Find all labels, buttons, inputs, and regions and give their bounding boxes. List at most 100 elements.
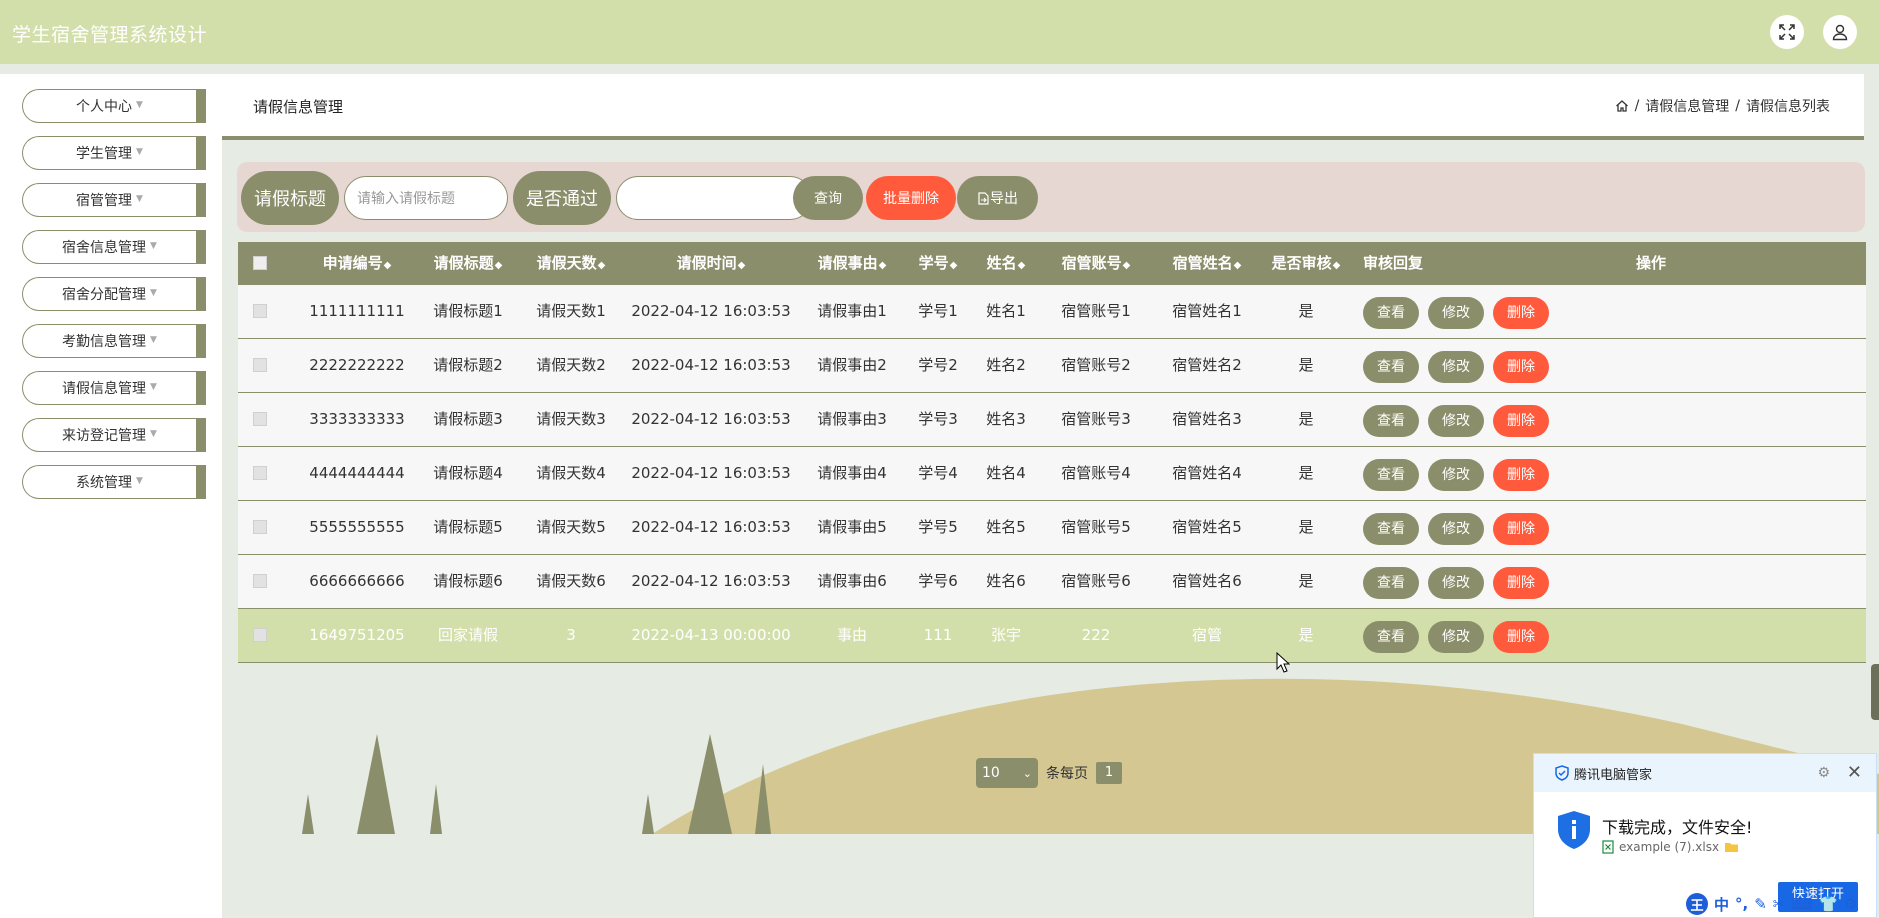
sidebar-item-label: 宿舍分配管理 [62, 287, 147, 303]
column-header[interactable]: 姓名◆ [972, 242, 1040, 285]
row-checkbox[interactable] [253, 628, 267, 642]
sidebar-item-students[interactable]: 学生管理 ▼ [22, 136, 196, 170]
table-row[interactable]: 4444444444 请假标题4 请假天数4 2022-04-12 16:03:53 请… [238, 447, 1866, 501]
ime-punctuation-icon[interactable]: °, [1735, 895, 1748, 913]
cell-student-no: 学号2 [918, 356, 958, 374]
home-icon[interactable] [1615, 99, 1629, 113]
row-checkbox[interactable] [253, 574, 267, 588]
page-header: 请假信息管理 / 请假信息管理 / 请假信息列表 [222, 74, 1864, 140]
table-row[interactable]: 5555555555 请假标题5 请假天数5 2022-04-12 16:03:53 请… [238, 501, 1866, 555]
passed-select[interactable]: ⌄ [616, 176, 812, 220]
edit-button[interactable]: 修改 [1428, 351, 1484, 383]
side-drawer-handle[interactable] [1871, 664, 1879, 720]
search-panel: 请假标题 是否通过 ⌄ 查询 批量删除 导出 [237, 162, 1865, 232]
fullscreen-button[interactable] [1770, 15, 1804, 49]
cell-reviewed: 是 [1298, 518, 1314, 536]
column-header[interactable]: 宿管账号◆ [1040, 242, 1152, 285]
sidebar-item-leave[interactable]: 请假信息管理 ▼ [22, 371, 196, 405]
delete-button[interactable]: 删除 [1493, 405, 1549, 437]
delete-button[interactable]: 删除 [1493, 513, 1549, 545]
cell-id: 1649751205 [309, 626, 405, 644]
ime-keyboard-icon[interactable]: ⌨ [1791, 895, 1813, 913]
export-button[interactable]: 导出 [957, 176, 1038, 220]
cell-title: 请假标题5 [433, 518, 503, 536]
export-button-label: 导出 [990, 191, 1018, 207]
row-checkbox[interactable] [253, 412, 267, 426]
edit-button[interactable]: 修改 [1428, 405, 1484, 437]
table-row[interactable]: 3333333333 请假标题3 请假天数3 2022-04-12 16:03:53 请… [238, 393, 1866, 447]
folder-icon[interactable] [1724, 841, 1739, 853]
cell-id: 4444444444 [309, 464, 405, 482]
cell-id: 6666666666 [309, 572, 405, 590]
cell-student-no: 学号3 [918, 410, 958, 428]
sidebar-item-system[interactable]: 系统管理 ▼ [22, 465, 196, 499]
table-row[interactable]: 1111111111 请假标题1 请假天数1 2022-04-12 16:03:53 请… [238, 285, 1866, 339]
table-row[interactable]: 1649751205 回家请假 3 2022-04-13 00:00:00 事由 111 张… [238, 609, 1866, 663]
ime-logo-icon[interactable]: 王 [1686, 893, 1708, 915]
cell-manager-account: 宿管账号1 [1061, 302, 1131, 320]
view-button[interactable]: 查看 [1363, 351, 1419, 383]
cell-days: 请假天数1 [536, 302, 606, 320]
view-button[interactable]: 查看 [1363, 297, 1419, 329]
edit-button[interactable]: 修改 [1428, 567, 1484, 599]
select-all-checkbox[interactable] [253, 256, 267, 270]
cell-time: 2022-04-12 16:03:53 [631, 518, 791, 536]
cell-title: 回家请假 [437, 626, 498, 644]
batch-delete-button[interactable]: 批量删除 [866, 176, 956, 220]
column-header[interactable]: 请假标题◆ [416, 242, 520, 285]
sidebar-item-visitors[interactable]: 来访登记管理 ▼ [22, 418, 196, 452]
row-checkbox[interactable] [253, 520, 267, 534]
cell-student-no: 学号1 [918, 302, 958, 320]
delete-button[interactable]: 删除 [1493, 567, 1549, 599]
cell-manager-name: 宿管姓名5 [1172, 518, 1242, 536]
pagination: 10 ⌄ 条每页 1 [976, 758, 1122, 788]
sidebar-item-dorm-allocation[interactable]: 宿舍分配管理 ▼ [22, 277, 196, 311]
column-header[interactable]: 是否审核◆ [1262, 242, 1350, 285]
sidebar-item-dorm-info[interactable]: 宿舍信息管理 ▼ [22, 230, 196, 264]
page-number-current[interactable]: 1 [1096, 762, 1122, 784]
column-header[interactable]: 申请编号◆ [298, 242, 416, 285]
column-header[interactable]: 学号◆ [904, 242, 972, 285]
column-header[interactable]: 请假事由◆ [800, 242, 904, 285]
view-button[interactable]: 查看 [1363, 459, 1419, 491]
top-bar: 学生宿舍管理系统设计 [0, 0, 1879, 64]
edit-button[interactable]: 修改 [1428, 297, 1484, 329]
delete-button[interactable]: 删除 [1493, 297, 1549, 329]
row-checkbox[interactable] [253, 466, 267, 480]
query-button[interactable]: 查询 [793, 176, 863, 220]
sidebar-item-dorm-managers[interactable]: 宿管管理 ▼ [22, 183, 196, 217]
cell-reviewed: 是 [1298, 302, 1314, 320]
breadcrumb-item-leave-management[interactable]: 请假信息管理 [1645, 96, 1729, 116]
title-search-input[interactable] [344, 176, 508, 220]
settings-icon[interactable]: ⚙ [1817, 765, 1830, 781]
view-button[interactable]: 查看 [1363, 513, 1419, 545]
view-button[interactable]: 查看 [1363, 405, 1419, 437]
ime-scissors-icon[interactable]: ✂ [1773, 895, 1786, 913]
user-button[interactable] [1823, 15, 1857, 49]
delete-button[interactable]: 删除 [1493, 621, 1549, 653]
ime-settings-icon[interactable]: ⚙ [1844, 895, 1857, 913]
sidebar-item-attendance[interactable]: 考勤信息管理 ▼ [22, 324, 196, 358]
table-row[interactable]: 6666666666 请假标题6 请假天数6 2022-04-12 16:03:53 请… [238, 555, 1866, 609]
ime-mode-toggle[interactable]: 中 [1714, 894, 1729, 915]
edit-button[interactable]: 修改 [1428, 621, 1484, 653]
column-header[interactable]: 请假时间◆ [622, 242, 800, 285]
column-header[interactable]: 宿管姓名◆ [1152, 242, 1262, 285]
column-header[interactable]: 请假天数◆ [520, 242, 622, 285]
close-icon[interactable]: ✕ [1847, 762, 1862, 783]
view-button[interactable]: 查看 [1363, 621, 1419, 653]
table-row[interactable]: 2222222222 请假标题2 请假天数2 2022-04-12 16:03:53 请… [238, 339, 1866, 393]
ime-handwriting-icon[interactable]: ✎ [1754, 895, 1767, 913]
page-size-select[interactable]: 10 ⌄ [976, 758, 1038, 788]
row-checkbox[interactable] [253, 358, 267, 372]
cell-time: 2022-04-13 00:00:00 [631, 626, 791, 644]
ime-skin-icon[interactable]: 👕 [1819, 895, 1838, 913]
sidebar-item-personal-center[interactable]: 个人中心 ▼ [22, 89, 196, 123]
notification-file-name[interactable]: example (7).xlsx [1619, 840, 1719, 854]
delete-button[interactable]: 删除 [1493, 351, 1549, 383]
delete-button[interactable]: 删除 [1493, 459, 1549, 491]
view-button[interactable]: 查看 [1363, 567, 1419, 599]
edit-button[interactable]: 修改 [1428, 459, 1484, 491]
row-checkbox[interactable] [253, 304, 267, 318]
edit-button[interactable]: 修改 [1428, 513, 1484, 545]
